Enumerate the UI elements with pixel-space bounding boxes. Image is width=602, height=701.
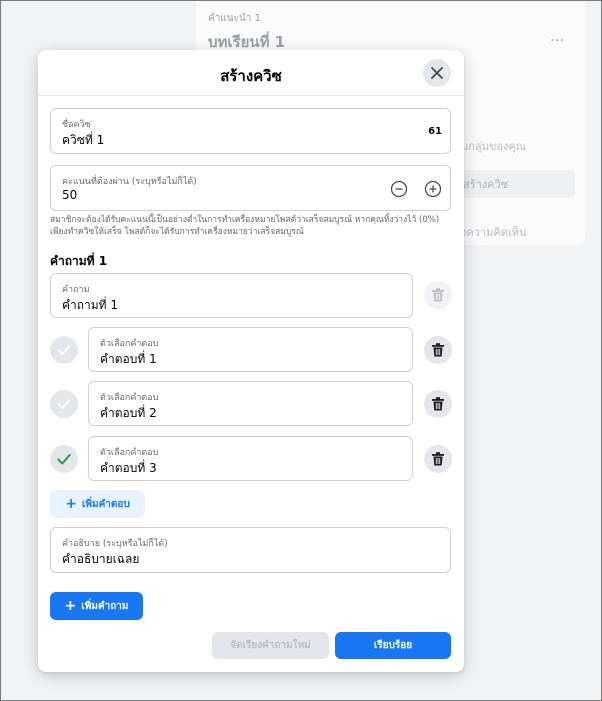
mark-correct-answer-2[interactable] [50, 390, 78, 418]
plus-icon: + [64, 598, 77, 614]
delete-answer-button[interactable] [424, 390, 452, 418]
add-answer-label: เพิ่มคำตอบ [81, 498, 130, 510]
passing-score-label: คะแนนที่ต้องผ่าน (ระบุหรือไม่ก็ได้) [62, 177, 197, 187]
passing-score-value: 50 [62, 188, 78, 202]
question-section-title: คำถามที่ 1 [50, 254, 108, 268]
character-counter: 61 [428, 126, 442, 137]
background-text-group: มกลุ่มของคุณ [461, 140, 526, 153]
passing-score-helper-text: สมาชิกจะต้องได้รับคะแนนนี้เป็นอย่างต่ำใน… [50, 215, 440, 237]
answer-option-field[interactable]: ตัวเลือกคำตอบ คำตอบที่ 2 [88, 381, 413, 426]
decrement-button[interactable] [389, 179, 409, 199]
explanation-field[interactable]: คำอธิบาย (ระบุหรือไม่ก็ได้) คำอธิบายเฉลย [50, 527, 451, 573]
add-answer-button[interactable]: + เพิ่มคำตอบ [50, 490, 145, 518]
quiz-name-field[interactable]: ชื่อควิซ ควิซที่ 1 61 [50, 108, 451, 154]
question-field[interactable]: คำถาม คำถามที่ 1 [50, 273, 413, 318]
plus-circle-icon [424, 180, 442, 198]
dialog-title: สร้างควิซ [220, 67, 282, 85]
check-icon [57, 453, 71, 465]
done-button[interactable]: เรียบร้อย [335, 632, 451, 659]
quiz-name-value: ควิซที่ 1 [62, 133, 105, 147]
passing-score-field[interactable]: คะแนนที่ต้องผ่าน (ระบุหรือไม่ก็ได้) 50 [50, 165, 451, 211]
delete-question-button[interactable] [424, 281, 452, 309]
plus-icon: + [65, 496, 77, 512]
mark-correct-answer-3[interactable] [50, 445, 78, 473]
answer-option-field[interactable]: ตัวเลือกคำตอบ คำตอบที่ 3 [88, 436, 413, 481]
minus-circle-icon [390, 180, 408, 198]
check-icon [58, 345, 70, 355]
add-question-button[interactable]: + เพิ่มคำถาม [50, 592, 143, 620]
create-quiz-dialog: สร้างควิซ ชื่อควิซ ควิซที่ 1 61 คะแนนที่… [38, 50, 464, 672]
background-text-feedback: งความคิดเห็น [461, 226, 527, 239]
trash-icon [432, 397, 444, 411]
delete-answer-button[interactable] [424, 445, 452, 473]
close-button[interactable] [423, 59, 451, 87]
trash-icon [432, 452, 444, 466]
reorder-questions-button[interactable]: จัดเรียงคำถามใหม่ [212, 632, 329, 659]
quiz-name-label: ชื่อควิซ [62, 120, 91, 130]
more-options-icon[interactable]: … [550, 29, 565, 45]
answer-option-label: ตัวเลือกคำตอบ [100, 339, 159, 349]
explanation-label: คำอธิบาย (ระบุหรือไม่ก็ได้) [62, 539, 168, 549]
close-icon [431, 67, 443, 79]
delete-answer-button[interactable] [424, 336, 452, 364]
answer-option-value: คำตอบที่ 3 [100, 461, 157, 475]
answer-option-label: ตัวเลือกคำตอบ [100, 448, 159, 458]
trash-icon [432, 343, 444, 357]
question-value: คำถามที่ 1 [62, 298, 119, 312]
answer-option-value: คำตอบที่ 2 [100, 406, 157, 420]
mark-correct-answer-1[interactable] [50, 336, 78, 364]
dialog-header: สร้างควิซ [38, 50, 464, 96]
background-subtitle: คำแนะนำ 1 [208, 13, 261, 24]
trash-icon [432, 288, 444, 302]
explanation-value: คำอธิบายเฉลย [62, 552, 140, 566]
answer-option-label: ตัวเลือกคำตอบ [100, 393, 159, 403]
background-create-quiz-button[interactable]: สร้างควิซ [455, 170, 575, 198]
answer-option-field[interactable]: ตัวเลือกคำตอบ คำตอบที่ 1 [88, 327, 413, 372]
answer-option-value: คำตอบที่ 1 [100, 352, 157, 366]
increment-button[interactable] [423, 179, 443, 199]
check-icon [58, 399, 70, 409]
add-question-label: เพิ่มคำถาม [81, 600, 129, 612]
question-label: คำถาม [62, 285, 90, 295]
